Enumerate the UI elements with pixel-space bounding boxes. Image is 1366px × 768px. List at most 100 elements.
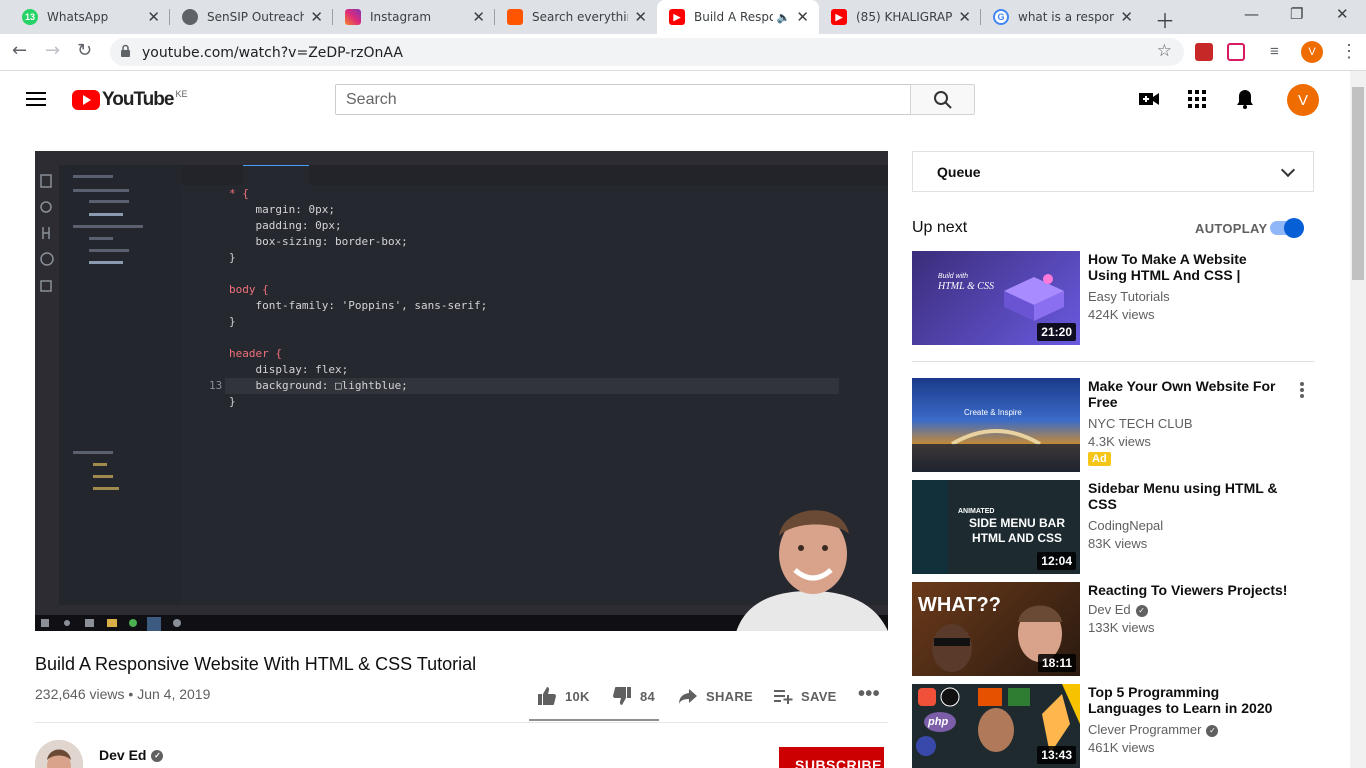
recommended-video[interactable]: Build with HTML & CSS 21:20 How To Make … [912,251,1332,345]
verified-check-icon: ✓ [1135,604,1148,617]
recommended-video-ad[interactable]: Create & Inspire Make Your Own Website F… [912,378,1332,472]
browser-tab-active[interactable]: ▶ Build A Respo 🔈 ✕ [657,0,819,34]
channel-name[interactable]: NYC TECH CLUB [1088,416,1193,431]
video-player[interactable]: * { margin: 0px; padding: 0px; box-sizin… [35,151,888,631]
maximize-button[interactable]: ❐ [1290,5,1303,23]
channel-name[interactable]: Clever Programmer ✓ [1088,722,1219,737]
code-text: margin: 0px; [229,203,335,216]
save-label: SAVE [801,688,837,704]
close-window-button[interactable]: ✕ [1336,5,1349,23]
share-button[interactable]: SHARE [678,686,753,706]
close-icon[interactable]: ✕ [958,8,971,26]
whatsapp-icon: 13 [22,9,38,25]
tab-title: Instagram [370,10,432,24]
browser-tab-sensip[interactable]: SenSIP Outreach - ✕ [170,0,333,34]
bookmark-star-icon[interactable]: ☆ [1157,41,1172,61]
scrollbar-thumb[interactable] [1352,87,1364,280]
video-title-link[interactable]: Sidebar Menu using HTML & CSS [1088,480,1288,512]
minimize-button[interactable]: — [1244,5,1259,23]
close-icon[interactable]: ✕ [472,8,485,26]
search-button[interactable] [910,84,975,115]
channel-avatar-image [35,740,83,768]
forward-button[interactable]: → [45,40,60,61]
channel-name[interactable]: Easy Tutorials [1088,289,1170,304]
video-thumbnail[interactable]: ANIMATED SIDE MENU BAR HTML AND CSS 12:0… [912,480,1080,574]
queue-panel[interactable]: Queue [912,151,1314,192]
browser-tab-instagram[interactable]: Instagram ✕ [333,0,495,34]
like-ratio-bar [529,719,659,721]
recommended-video[interactable]: php 13:43 Top 5 Programming Languages to… [912,684,1332,768]
search-input[interactable] [336,85,910,114]
url-field[interactable]: youtube.com/watch?v=ZeDP-rzOnAA ☆ [110,38,1184,66]
reload-button[interactable]: ↻ [77,40,92,61]
channel-avatar[interactable] [35,740,83,768]
browser-tab-soundcloud[interactable]: Search everything ✕ [495,0,657,34]
close-icon[interactable]: ✕ [796,8,809,26]
video-title-link[interactable]: Make Your Own Website For Free [1088,378,1288,410]
video-title-link[interactable]: How To Make A Website Using HTML And CSS… [1088,251,1288,283]
video-duration: 12:04 [1037,552,1076,570]
close-icon[interactable]: ✕ [634,8,647,26]
video-title: Build A Responsive Website With HTML & C… [35,654,477,674]
new-tab-button[interactable]: ＋ [1155,5,1175,34]
channel-name[interactable]: CodingNepal [1088,518,1163,533]
media-queue-icon[interactable]: ≡ [1270,43,1288,61]
page-scrollbar[interactable] [1350,71,1366,768]
browser-tab-khaligraph[interactable]: ▶ (85) KHALIGRAPH ✕ [819,0,981,34]
save-button[interactable]: SAVE [773,686,837,706]
extension-off-icon[interactable] [1195,43,1213,61]
youtube-logo[interactable]: YouTube KE [72,89,187,111]
up-next-heading: Up next [912,219,968,236]
back-button[interactable]: ← [12,40,27,61]
youtube-play-icon [72,90,100,110]
recommendations-divider [912,361,1314,362]
code-text: box-sizing: border-box; [229,235,408,248]
url-text: youtube.com/watch?v=ZeDP-rzOnAA [142,45,403,61]
google-icon: G [993,9,1009,25]
browser-tab-whatsapp[interactable]: 13 WhatsApp ✕ [10,0,170,34]
video-thumbnail[interactable]: Build with HTML & CSS 21:20 [912,251,1080,345]
menu-icon[interactable] [26,92,46,106]
recommended-video[interactable]: WHAT?? 18:11 Reacting To Viewers Project… [912,582,1332,676]
tab-title: (85) KHALIGRAPH [856,10,953,24]
channel-name[interactable]: Dev Ed ✓ [1088,602,1148,617]
apps-grid-icon[interactable] [1186,88,1208,110]
close-icon[interactable]: ✕ [1120,8,1133,26]
dislike-button[interactable]: 84 [612,686,655,706]
pocket-extension-icon[interactable] [1227,43,1245,61]
browser-menu-icon[interactable]: ⋮ [1340,41,1358,62]
account-avatar[interactable]: V [1287,84,1319,116]
speaker-icon[interactable]: 🔈 [777,11,791,24]
more-actions-icon[interactable]: ••• [858,683,880,706]
chevron-down-icon[interactable] [1280,162,1296,178]
editor-tabs [181,165,888,185]
video-thumbnail[interactable]: Create & Inspire [912,378,1080,472]
browser-tab-bar: 13 WhatsApp ✕ SenSIP Outreach - ✕ Instag… [0,0,1366,34]
create-video-icon[interactable] [1138,88,1160,110]
more-options-icon[interactable] [1300,382,1304,398]
verified-check-icon: ✓ [151,750,164,763]
video-duration: 13:43 [1037,746,1076,764]
channel-name[interactable]: Dev Ed ✓ [99,747,164,763]
dislike-count: 84 [640,688,656,704]
video-thumbnail[interactable]: php 13:43 [912,684,1080,768]
video-title-link[interactable]: Reacting To Viewers Projects! [1088,582,1288,598]
video-title-link[interactable]: Top 5 Programming Languages to Learn in … [1088,684,1288,716]
subscribe-button[interactable]: SUBSCRIBE [779,747,884,768]
browser-tab-google[interactable]: G what is a responsiv ✕ [981,0,1143,34]
editor-explorer-panel [59,165,181,605]
video-thumbnail[interactable]: WHAT?? 18:11 [912,582,1080,676]
close-icon[interactable]: ✕ [147,8,160,26]
editor-title-bar [35,151,888,165]
code-text: } [229,315,236,328]
profile-avatar[interactable]: V [1301,41,1323,63]
like-button[interactable]: 10K [537,686,590,706]
thumbnail-text: php [928,716,949,728]
share-icon [679,689,697,704]
autoplay-toggle[interactable] [1270,218,1304,238]
recommended-video[interactable]: ANIMATED SIDE MENU BAR HTML AND CSS 12:0… [912,480,1332,574]
notifications-bell-icon[interactable] [1234,88,1256,110]
channel-name-text: Clever Programmer [1088,722,1202,737]
close-icon[interactable]: ✕ [310,8,323,26]
editor-tab-index [181,165,243,185]
